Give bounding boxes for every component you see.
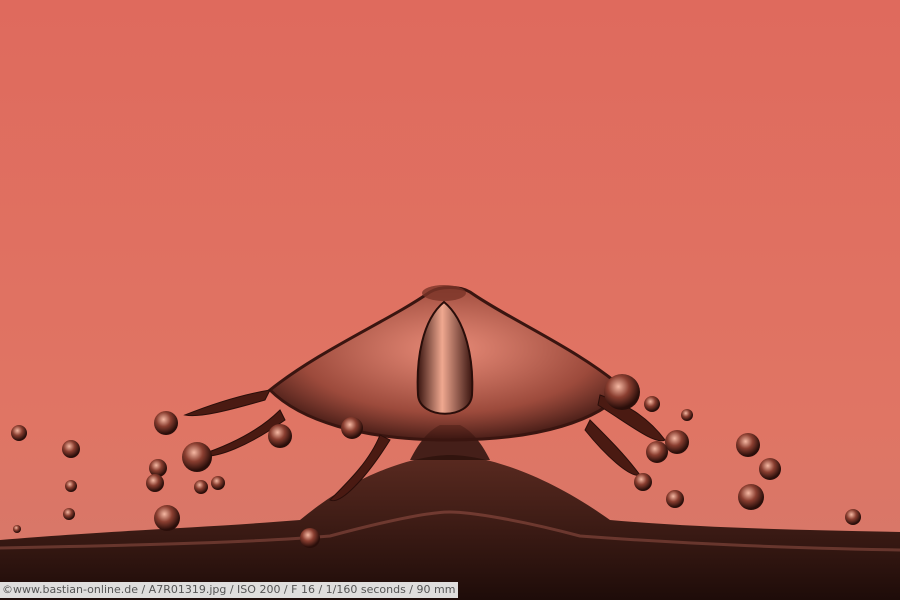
droplet	[341, 417, 363, 439]
droplet	[182, 442, 212, 472]
top-bead	[422, 285, 466, 301]
droplet	[63, 508, 75, 520]
droplet	[845, 509, 861, 525]
splash-illustration	[0, 0, 900, 600]
droplet	[759, 458, 781, 480]
droplet	[268, 424, 292, 448]
droplet	[666, 490, 684, 508]
droplet	[11, 425, 27, 441]
droplet	[300, 528, 320, 548]
droplet	[634, 473, 652, 491]
droplet	[644, 396, 660, 412]
droplet	[146, 474, 164, 492]
droplet	[646, 441, 668, 463]
droplet	[736, 433, 760, 457]
droplet	[62, 440, 80, 458]
droplet	[13, 525, 21, 533]
droplet	[738, 484, 764, 510]
droplet	[154, 505, 180, 531]
droplet	[65, 480, 77, 492]
photo-caption: ©www.bastian-online.de / A7R01319.jpg / …	[0, 582, 459, 598]
droplet	[211, 476, 225, 490]
droplet	[149, 459, 167, 477]
droplet	[194, 480, 208, 494]
droplet	[681, 409, 693, 421]
droplet	[154, 411, 178, 435]
splash-photograph	[0, 0, 900, 600]
droplet	[665, 430, 689, 454]
droplet	[604, 374, 640, 410]
